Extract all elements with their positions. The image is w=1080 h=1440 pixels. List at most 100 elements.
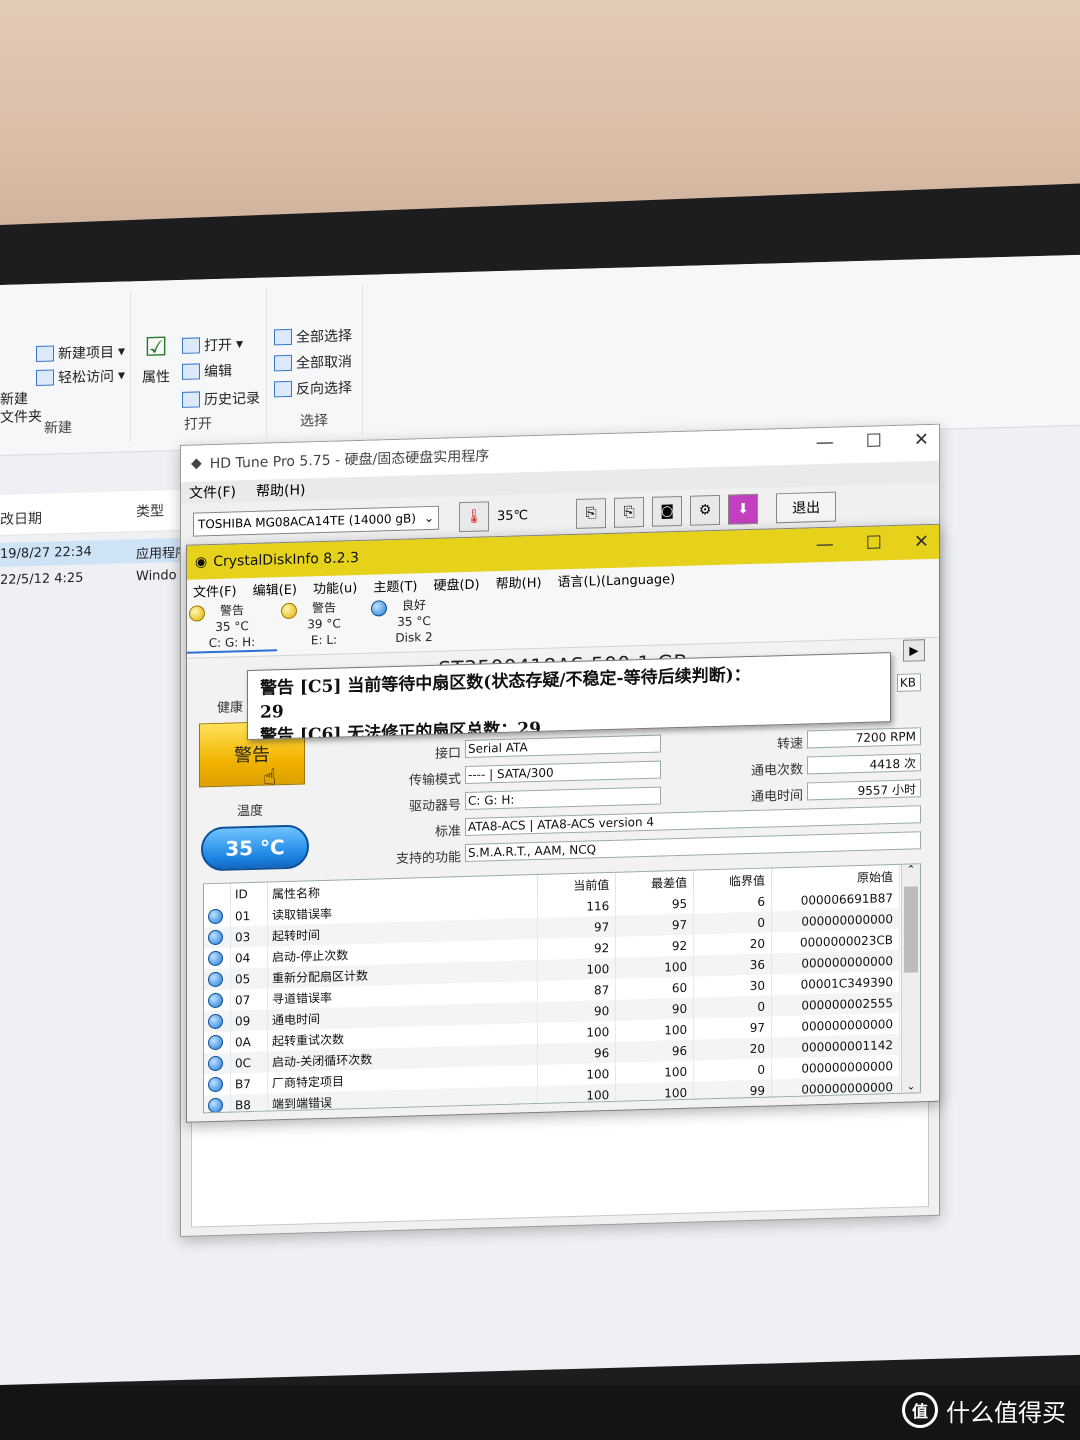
next-disk-button[interactable]: ▶ [903,639,925,662]
invert-selection-button[interactable]: 反向选择 [274,377,352,399]
crystaldiskinfo-window: ◉ CrystalDiskInfo 8.2.3 — ☐ ✕ 文件(F) 编辑(E… [186,523,940,1123]
smart-threshold: 97 [693,1016,772,1040]
menu-help[interactable]: 帮助(H) [496,571,542,591]
minimize-icon[interactable]: — [816,534,834,556]
status-dot-icon [208,1076,223,1093]
col-id[interactable]: ID [230,882,268,906]
disk-tab[interactable]: 良好 35 °C Disk 2 [369,596,459,647]
download-icon: ⬇ [737,501,750,518]
camera-icon: ◙ [660,503,674,520]
select-none-icon [274,354,292,372]
smart-current: 116 [537,894,616,918]
status-dot-icon [208,1034,223,1051]
edit-button[interactable]: 编辑 [182,361,232,382]
exit-button[interactable]: 退出 [776,491,837,524]
menu-disk[interactable]: 硬盘(D) [433,573,479,593]
smart-id: B8 [230,1093,268,1114]
drive-letter-value: C: G: H: [465,786,661,811]
menu-file[interactable]: 文件(F) [189,481,236,502]
mouse-cursor-icon: ☝ [263,765,277,791]
smart-id: 04 [230,946,268,969]
new-item-icon [36,345,54,362]
smart-threshold: 20 [693,1037,772,1061]
new-item-button[interactable]: 新建项目 ▾ [36,342,125,364]
history-button[interactable]: 历史记录 [182,388,260,410]
cdi-window-controls: — ☐ ✕ [816,531,929,555]
easy-access-button[interactable]: 轻松访问 ▾ [36,366,125,388]
smart-worst: 100 [615,1060,694,1084]
ribbon-group-select: 全部选择 全部取消 反向选择 选择 [268,284,363,438]
file-row[interactable]: 22/5/12 4:25 Windo [0,563,200,593]
smart-id: 09 [230,1009,268,1032]
menu-language[interactable]: 语言(L)(Language) [558,568,676,590]
chevron-down-icon: ⌄ [423,510,434,526]
maximize-icon[interactable]: ☐ [866,532,882,553]
smart-current: 96 [537,1041,616,1065]
col-current[interactable]: 当前值 [537,872,616,897]
menu-theme[interactable]: 主题(T) [373,575,417,595]
copy-info-button[interactable]: ⎘ [576,498,607,529]
select-none-button[interactable]: 全部取消 [274,351,352,373]
properties-button[interactable]: ☑ 属性 [142,332,170,387]
new-folder-button[interactable]: 新建 文件夹 [0,390,42,427]
thermometer-icon: 🌡 [459,501,489,533]
smart-worst: 95 [615,892,694,916]
menu-edit[interactable]: 编辑(E) [253,578,297,598]
scroll-down-icon[interactable]: ⌄ [902,1081,920,1093]
smart-id: 05 [230,967,268,990]
smart-threshold: 36 [693,953,772,977]
file-list-header: 改日期 类型 [0,489,200,536]
play-icon: ▶ [909,643,919,658]
health-label: 健康 [217,700,244,716]
standard-label: 标准 [434,824,461,840]
smart-threshold: 20 [693,932,772,956]
scroll-up-icon[interactable]: ⌃ [902,864,920,876]
col-worst[interactable]: 最差值 [615,870,694,895]
column-date[interactable]: 改日期 [0,508,42,529]
monitor-screen: 新建项目 ▾ 轻松访问 ▾ 新建 文件夹 新建 ☑ 属性 打开 ▾ 编辑 历史记录… [0,254,1080,1385]
disk-tab[interactable]: 警告 39 °C E: L: [279,599,369,650]
status-dot-icon [208,950,223,967]
drive-select[interactable]: TOSHIBA MG08ACA14TE (14000 gB) ⌄ [193,505,439,537]
hdtune-app-icon: ◆ [191,455,202,472]
select-all-button[interactable]: 全部选择 [274,325,352,347]
menu-file[interactable]: 文件(F) [193,580,237,600]
select-all-icon [274,328,292,346]
disk-tab[interactable]: 警告 35 °C C: G: H: [187,601,277,654]
close-icon[interactable]: ✕ [914,429,929,450]
kb-field: KB [897,673,921,692]
temperature-label: 温度 [237,803,264,820]
hdtune-window-controls: — ☐ ✕ [816,429,929,453]
smart-scrollbar[interactable]: ⌃ ⌄ [901,864,920,1093]
temperature-badge: 35 °C [201,824,309,872]
close-icon[interactable]: ✕ [914,531,929,552]
smart-current: 90 [537,999,616,1023]
smart-threshold: 0 [693,995,772,1019]
menu-function[interactable]: 功能(u) [313,577,357,597]
status-dot-icon [208,1055,223,1072]
watermark: 值 什么值得买 [902,1392,1066,1428]
col-threshold[interactable]: 临界值 [693,868,772,893]
interface-value: Serial ATA [465,734,661,759]
menu-help[interactable]: 帮助(H) [256,479,305,500]
smart-worst: 92 [615,934,694,958]
copy-icon: ⎘ [585,505,597,522]
monitor-bottom-bezel: 值 什么值得买 [0,1385,1080,1440]
smart-threshold: 6 [693,890,772,914]
open-icon [182,337,200,354]
edit-icon [182,363,200,380]
file-row[interactable]: 19/8/27 22:34 应用程序 [0,537,200,567]
maximize-icon[interactable]: ☐ [866,430,882,451]
interface-label: 接口 [434,746,461,762]
minimize-icon[interactable]: — [816,432,834,454]
screenshot-button[interactable]: ◙ [652,495,683,527]
save-button[interactable]: ⬇ [728,493,759,525]
copy-all-button[interactable]: ⎘ [614,497,645,528]
column-type[interactable]: 类型 [136,500,164,521]
ribbon-group-open-title: 打开 [184,416,212,433]
options-button[interactable]: ⚙ [690,494,721,526]
checkmark-icon: ☑ [144,332,168,363]
open-button[interactable]: 打开 ▾ [182,334,243,356]
scroll-thumb[interactable] [904,886,918,973]
smart-current: 97 [537,915,616,939]
